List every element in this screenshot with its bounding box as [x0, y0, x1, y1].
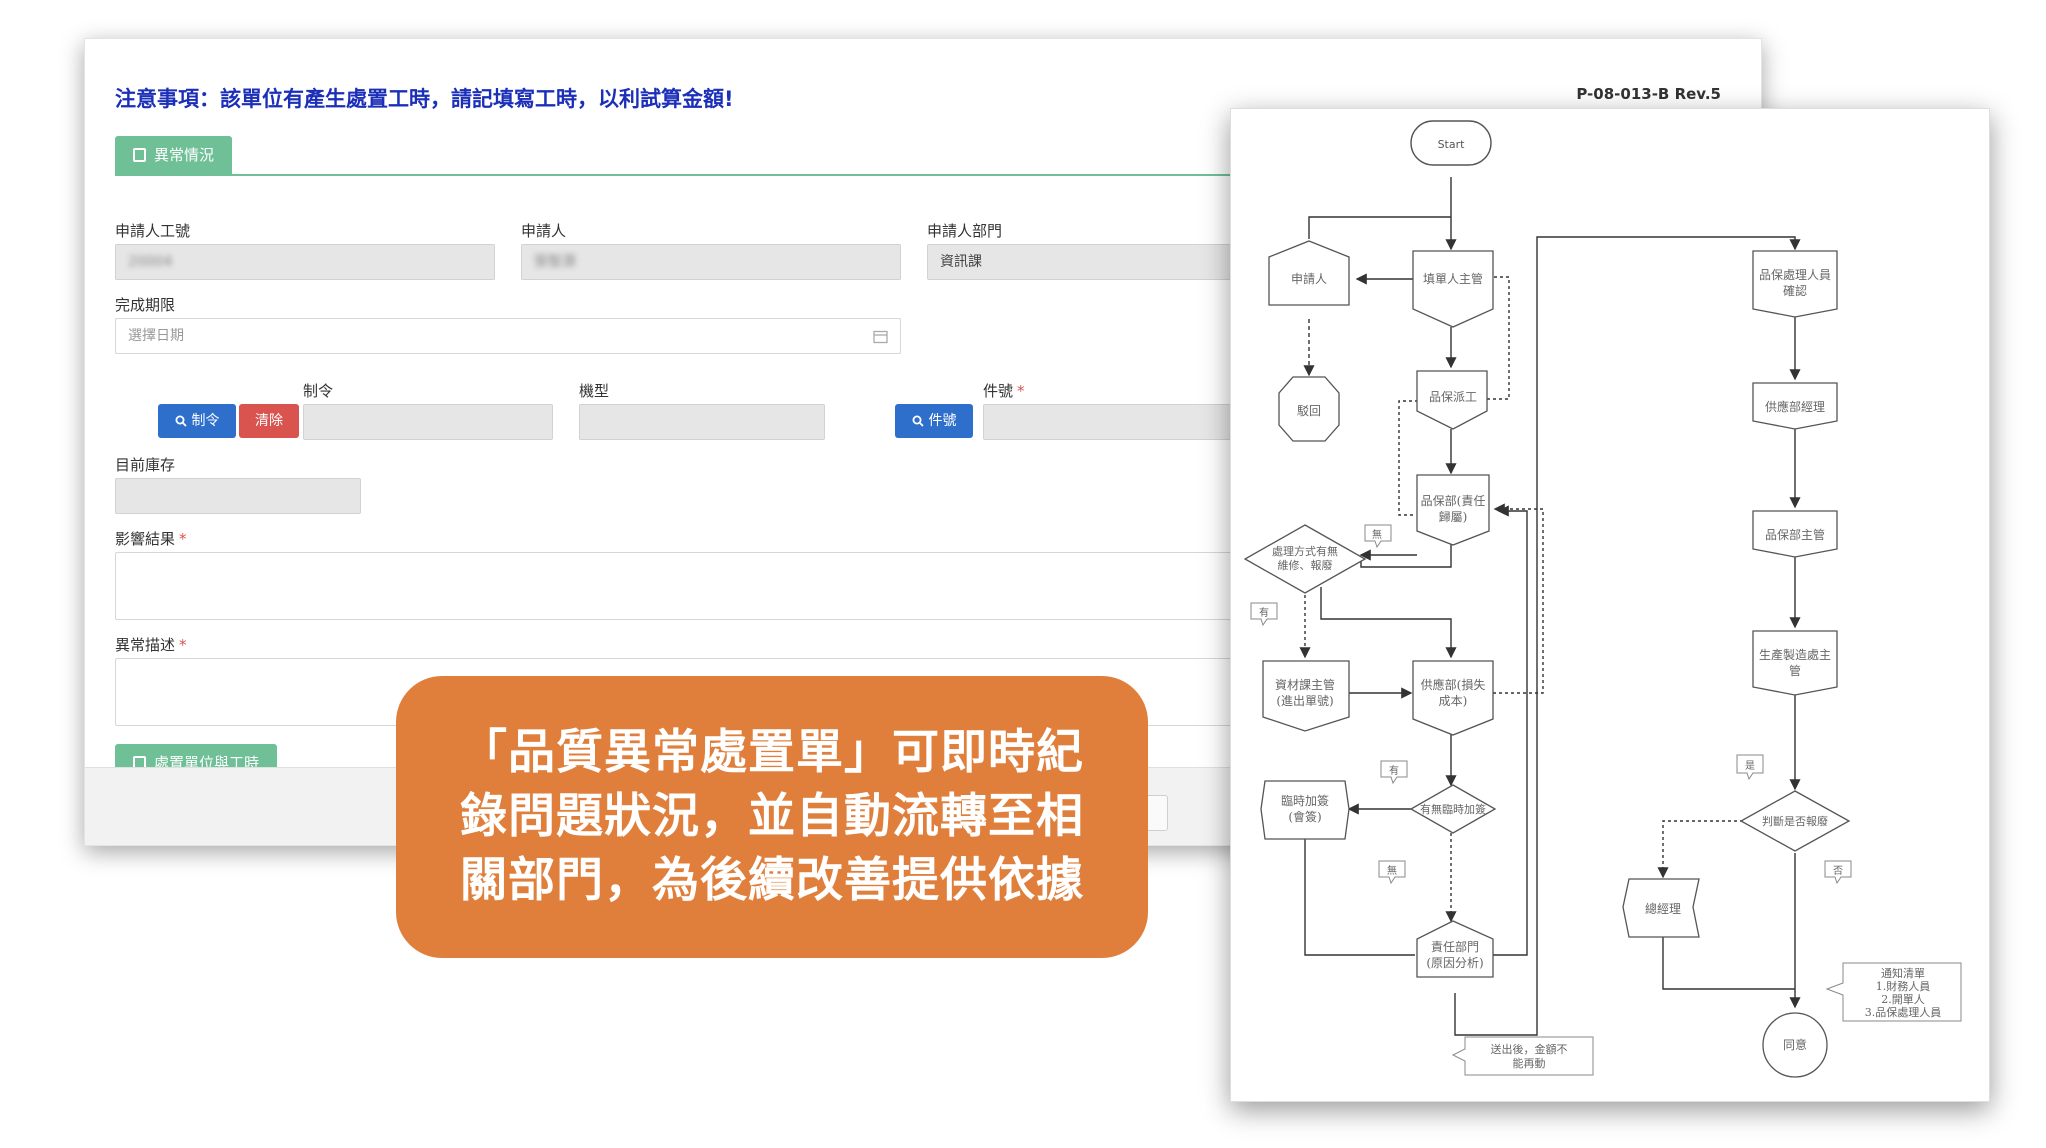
- note-after-label-1: 送出後，金額不: [1491, 1042, 1568, 1056]
- impact-textarea[interactable]: [115, 552, 1265, 620]
- document-code: P-08-013-B Rev.5: [1576, 85, 1721, 103]
- has-tag-1-label: 有: [1259, 606, 1269, 619]
- scrap-decision-label: 判斷是否報廢: [1762, 814, 1828, 828]
- notify-list-line-3: 2.開單人: [1881, 993, 1925, 1006]
- order-search-button[interactable]: 制令: [158, 404, 236, 438]
- qa-supervisor-label: 品保部主管: [1765, 527, 1825, 542]
- supply-manager-label: 供應部經理: [1765, 399, 1825, 414]
- order-field: [303, 404, 553, 440]
- qa-dept-label-1: 品保部(責任: [1421, 493, 1486, 508]
- deadline-input[interactable]: 選擇日期: [115, 318, 901, 354]
- material-supervisor-label-1: 資材課主管: [1275, 677, 1335, 692]
- resp-dept-label-1: 責任部門: [1431, 939, 1479, 954]
- callout-banner: 「品質異常處置單」可即時紀 錄問題狀況，並自動流轉至相 關部門，為後續改善提供依…: [396, 676, 1148, 958]
- general-manager-label: 總經理: [1645, 901, 1681, 916]
- required-mark: *: [179, 636, 187, 654]
- part-search-button[interactable]: 件號: [895, 404, 973, 438]
- start-label: Start: [1438, 138, 1466, 151]
- qa-confirm-label-2: 確認: [1783, 283, 1807, 298]
- flowchart-panel: Start 申請人 填單人主管 駁回 品保派工 品保部(責任 歸屬) 處理方式有…: [1230, 108, 1990, 1102]
- clear-button[interactable]: 清除: [239, 404, 299, 438]
- resp-dept-label-2: (原因分析): [1426, 956, 1483, 970]
- part-field: [983, 404, 1243, 440]
- filler-supervisor-label: 填單人主管: [1423, 271, 1483, 286]
- impact-label: 影響結果 *: [115, 528, 187, 549]
- notify-list-line-4: 3.品保處理人員: [1865, 1005, 1942, 1019]
- deadline-placeholder: 選擇日期: [128, 328, 184, 344]
- tab-disposal[interactable]: 處置單位與工時: [115, 744, 278, 768]
- callout-line-3: 關部門，為後續改善提供依據: [460, 853, 1084, 908]
- callout-line-1: 「品質異常處置單」可即時紀: [460, 725, 1084, 780]
- notice-text: 注意事項：該單位有產生處置工時，請記填寫工時，以利試算金額!: [115, 87, 734, 111]
- callout-line-2: 錄問題狀況，並自動流轉至相: [460, 789, 1084, 844]
- stock-label: 目前庫存: [115, 456, 176, 474]
- prod-supervisor-label-1: 生產製造處主: [1759, 647, 1831, 662]
- desc-label-text: 異常描述: [115, 636, 176, 654]
- order-label: 制令: [303, 382, 334, 400]
- part-label: 件號 *: [983, 380, 1025, 401]
- temp-decision-label: 有無臨時加簽: [1420, 802, 1486, 816]
- dept-label: 申請人部門: [927, 222, 1003, 240]
- required-mark: *: [179, 530, 187, 548]
- no-tag-label: 否: [1833, 865, 1843, 877]
- yes-tag-label: 是: [1745, 760, 1755, 772]
- search-icon: [912, 415, 924, 427]
- notify-list-line-1: 通知清單: [1881, 966, 1925, 980]
- applicant-id-label: 申請人工號: [115, 222, 191, 240]
- prod-supervisor-node: [1752, 630, 1838, 696]
- stock-field: [115, 478, 361, 514]
- method-decision-label-1: 處理方式有無: [1272, 544, 1338, 558]
- method-decision-label-2: 維修、報廢: [1278, 558, 1333, 572]
- impact-label-text: 影響結果: [115, 530, 176, 548]
- search-icon: [175, 415, 187, 427]
- none-tag-2-label: 無: [1387, 864, 1397, 877]
- none-tag-1-label: 無: [1372, 528, 1382, 541]
- part-button-label: 件號: [928, 413, 957, 429]
- flowchart-diagram: Start 申請人 填單人主管 駁回 品保派工 品保部(責任 歸屬) 處理方式有…: [1243, 120, 1962, 1078]
- part-label-text: 件號: [983, 382, 1014, 400]
- applicant-id-value: 20004: [128, 254, 173, 270]
- required-mark: *: [1017, 382, 1025, 400]
- qa-dispatch-label: 品保派工: [1429, 390, 1477, 404]
- has-tag-2-label: 有: [1389, 764, 1399, 777]
- qa-dept-label-2: 歸屬): [1439, 510, 1468, 524]
- temp-sign-label-2: (會簽): [1288, 810, 1321, 824]
- model-label: 機型: [579, 382, 610, 400]
- desc-label: 異常描述 *: [115, 634, 187, 655]
- tab-disposal-label: 處置單位與工時: [154, 754, 260, 768]
- supply-dept-label-2: 成本): [1439, 694, 1468, 708]
- temp-sign-label-1: 臨時加簽: [1281, 794, 1329, 808]
- supply-dept-label-1: 供應部(損失: [1421, 677, 1486, 692]
- deadline-label: 完成期限: [115, 296, 176, 314]
- model-field: [579, 404, 825, 440]
- applicant-field: 張智源: [521, 244, 901, 280]
- tab-label: 異常情況: [154, 146, 215, 164]
- qa-confirm-label-1: 品保處理人員: [1759, 268, 1831, 282]
- applicant-label: 申請人: [521, 222, 567, 240]
- copy-icon: [133, 148, 146, 162]
- notify-list-line-2: 1.財務人員: [1876, 979, 1931, 993]
- calendar-icon[interactable]: [873, 329, 888, 344]
- applicant-value: 張智源: [534, 254, 576, 270]
- agree-label: 同意: [1783, 1037, 1807, 1052]
- prod-supervisor-label-2: 管: [1789, 663, 1801, 678]
- reject-label: 駁回: [1297, 404, 1321, 418]
- applicant-id-field: 20004: [115, 244, 495, 280]
- tab-abnormal[interactable]: 異常情況: [115, 136, 233, 174]
- applicant-node-label: 申請人: [1291, 272, 1327, 286]
- order-button-label: 制令: [191, 413, 220, 429]
- material-supervisor-label-2: (進出單號): [1276, 694, 1333, 708]
- filler-supervisor-node: [1412, 250, 1494, 328]
- note-after-label-2: 能再動: [1513, 1056, 1546, 1070]
